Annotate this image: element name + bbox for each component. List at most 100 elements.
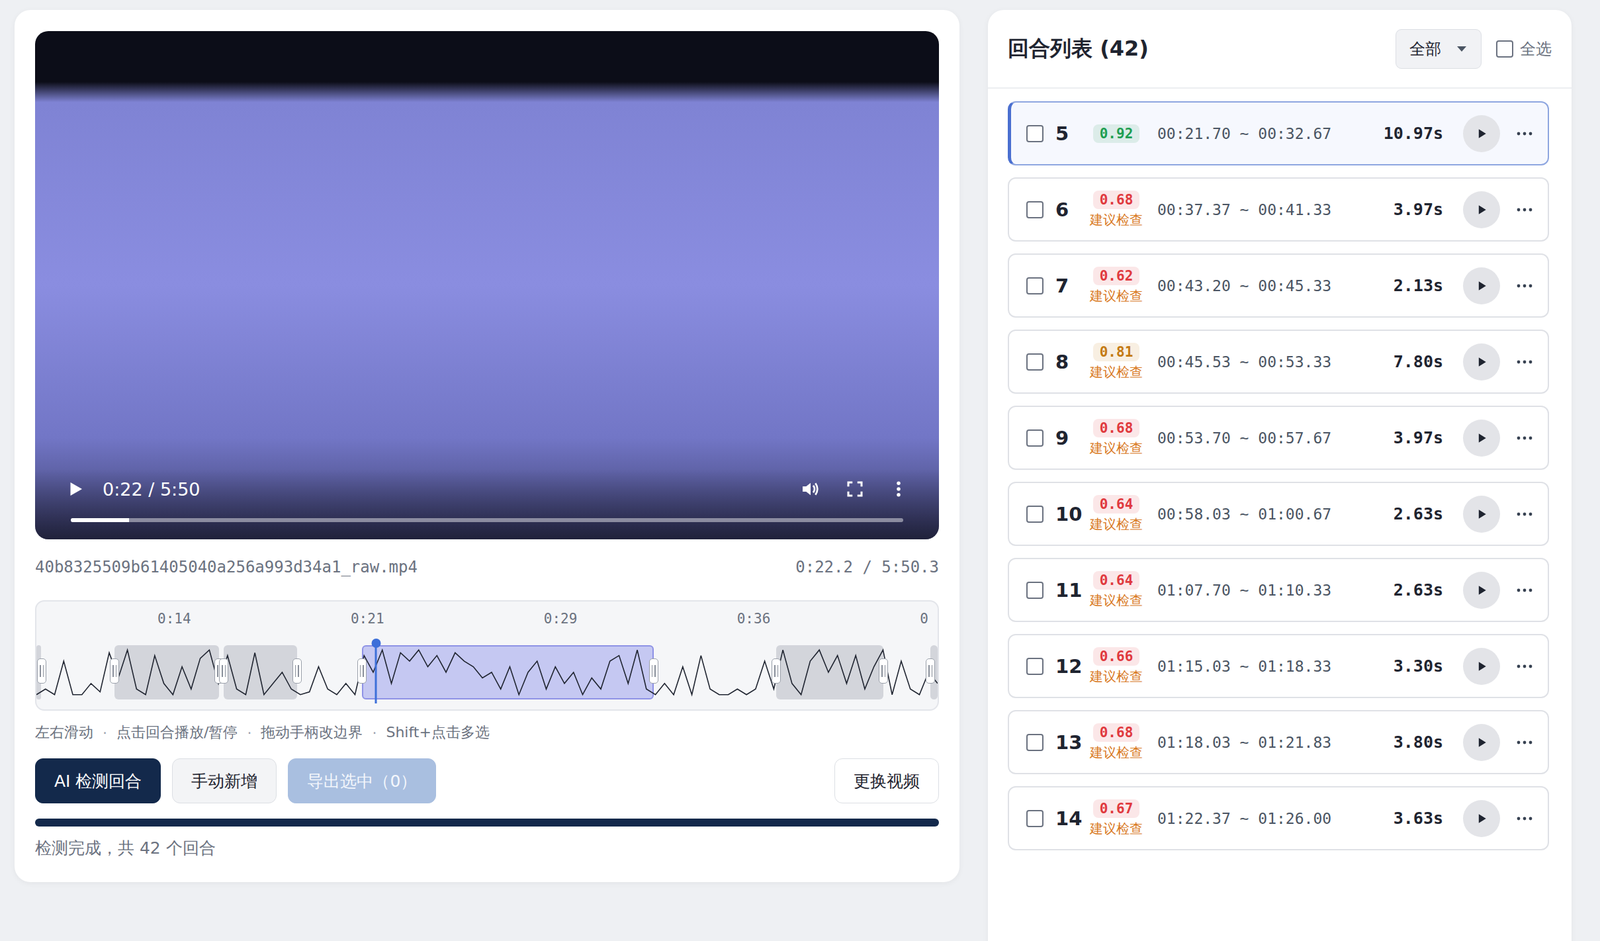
round-duration: 3.30s (1393, 656, 1444, 676)
video-controls: 0:22 / 5:50 (35, 469, 939, 540)
play-button[interactable] (1463, 571, 1501, 609)
score-badge: 0.66 (1093, 647, 1141, 666)
round-row[interactable]: 13 0.68 建议检查 01:18.03 ~ 01:21.83 3.80s (1007, 710, 1550, 775)
segment-handle[interactable] (292, 658, 302, 684)
round-time: 00:45.53 ~ 00:53.33 (1157, 353, 1394, 371)
checkbox[interactable] (1496, 40, 1514, 58)
round-row[interactable]: 6 0.68 建议检查 00:37.37 ~ 00:41.33 3.97s (1007, 177, 1550, 242)
review-flag: 建议检查 (1089, 591, 1143, 610)
file-name: 40b8325509b61405040a256a993d34a1_raw.mp4 (35, 557, 418, 578)
play-button[interactable] (1463, 343, 1501, 381)
more-icon[interactable] (1514, 586, 1535, 594)
play-button[interactable] (1463, 647, 1501, 685)
action-button[interactable]: 手动新增 (172, 758, 277, 804)
play-icon (1474, 127, 1489, 141)
segment-handle[interactable] (771, 658, 781, 684)
action-button[interactable]: 导出选中（0） (287, 758, 437, 804)
replace-video-button[interactable]: 更换视频 (834, 758, 939, 804)
round-duration: 3.63s (1393, 808, 1444, 828)
round-index: 11 (1055, 578, 1085, 602)
page: 0:22 / 5:50 40b8325509b61405040a256a993d… (0, 0, 1600, 941)
hint: 左右滑动 (35, 722, 94, 743)
tick-label: 0:14 (157, 610, 192, 627)
round-row[interactable]: 12 0.66 建议检查 01:15.03 ~ 01:18.33 3.30s (1007, 633, 1550, 699)
checkbox[interactable] (1026, 657, 1044, 675)
play-icon[interactable] (65, 479, 86, 499)
tick-label: 0 (919, 610, 929, 627)
round-row[interactable]: 8 0.81 建议检查 00:45.53 ~ 00:53.33 7.80s (1007, 329, 1550, 394)
play-icon (1474, 507, 1489, 521)
video-frame[interactable]: 0:22 / 5:50 (35, 31, 939, 540)
review-flag: 建议检查 (1089, 439, 1143, 458)
segment-handle[interactable] (357, 658, 367, 684)
menu-icon[interactable] (888, 479, 909, 499)
play-icon (1474, 735, 1489, 750)
checkbox[interactable] (1026, 353, 1044, 371)
segment[interactable] (114, 645, 220, 700)
hints: 左右滑动· 点击回合播放/暂停· 拖动手柄改边界· Shift+点击多选 (35, 722, 939, 743)
round-index: 12 (1055, 655, 1085, 678)
round-row[interactable]: 10 0.64 建议检查 00:58.03 ~ 01:00.67 2.63s (1007, 481, 1550, 546)
select-all[interactable]: 全选 (1496, 38, 1552, 60)
segment[interactable] (223, 645, 297, 700)
round-time: 01:15.03 ~ 01:18.33 (1157, 657, 1394, 675)
checkbox[interactable] (1026, 809, 1044, 828)
more-icon[interactable] (1514, 206, 1535, 214)
more-icon[interactable] (1514, 434, 1535, 442)
play-icon (1474, 811, 1489, 826)
more-icon[interactable] (1514, 510, 1535, 518)
play-button[interactable] (1463, 419, 1501, 457)
waveform-area[interactable] (36, 639, 938, 704)
filter-dropdown[interactable]: 全部 (1395, 29, 1482, 69)
checkbox[interactable] (1026, 125, 1044, 143)
segment-handle[interactable] (109, 658, 120, 684)
file-info: 40b8325509b61405040a256a993d34a1_raw.mp4… (35, 557, 939, 578)
playhead[interactable] (375, 639, 378, 704)
more-icon[interactable] (1514, 282, 1535, 290)
action-button[interactable]: AI 检测回合 (35, 758, 161, 804)
volume-icon[interactable] (800, 478, 822, 500)
fullscreen-icon[interactable] (844, 479, 865, 499)
review-flag: 建议检查 (1089, 667, 1143, 686)
round-duration: 2.13s (1393, 275, 1444, 296)
checkbox[interactable] (1026, 733, 1044, 752)
round-index: 10 (1055, 502, 1085, 526)
segment[interactable] (776, 645, 884, 700)
more-icon[interactable] (1514, 815, 1535, 822)
checkbox[interactable] (1026, 277, 1044, 295)
play-button[interactable] (1463, 495, 1501, 533)
segment-handle[interactable] (878, 658, 889, 684)
segment-handle[interactable] (37, 658, 47, 684)
round-row[interactable]: 9 0.68 建议检查 00:53.70 ~ 00:57.67 3.97s (1007, 405, 1550, 470)
video-progress[interactable] (70, 518, 904, 523)
play-button[interactable] (1463, 191, 1501, 229)
segment-handle[interactable] (219, 658, 229, 684)
segment-handle[interactable] (925, 658, 935, 684)
round-index: 8 (1055, 350, 1085, 374)
play-icon (1474, 659, 1489, 673)
round-index: 5 (1055, 122, 1085, 145)
segment-handle[interactable] (649, 658, 659, 684)
round-time: 01:07.70 ~ 01:10.33 (1157, 581, 1394, 599)
checkbox[interactable] (1026, 429, 1044, 447)
play-button[interactable] (1463, 723, 1501, 761)
play-button[interactable] (1463, 115, 1501, 153)
checkbox[interactable] (1026, 581, 1044, 599)
round-row[interactable]: 11 0.64 建议检查 01:07.70 ~ 01:10.33 2.63s (1007, 557, 1550, 623)
tick-label: 0:21 (350, 610, 385, 627)
more-icon[interactable] (1514, 663, 1535, 670)
round-row[interactable]: 5 0.92 00:21.70 ~ 00:32.67 10.97s (1007, 101, 1550, 166)
more-icon[interactable] (1514, 358, 1535, 366)
round-row[interactable]: 14 0.67 建议检查 01:22.37 ~ 01:26.00 3.63s (1007, 786, 1550, 851)
round-duration: 7.80s (1393, 352, 1444, 372)
more-icon[interactable] (1514, 739, 1535, 746)
timeline[interactable]: 0:140:210:290:360 (35, 600, 939, 711)
more-icon[interactable] (1514, 130, 1535, 137)
checkbox[interactable] (1026, 505, 1044, 523)
round-row[interactable]: 7 0.62 建议检查 00:43.20 ~ 00:45.33 2.13s (1007, 253, 1550, 318)
play-button[interactable] (1463, 267, 1501, 305)
round-list-panel: 回合列表 (42) 全部 全选 5 0.92 00:21.70 ~ 00:32.… (987, 9, 1572, 941)
checkbox[interactable] (1026, 201, 1044, 219)
play-button[interactable] (1463, 800, 1501, 838)
round-duration: 2.63s (1393, 580, 1444, 600)
